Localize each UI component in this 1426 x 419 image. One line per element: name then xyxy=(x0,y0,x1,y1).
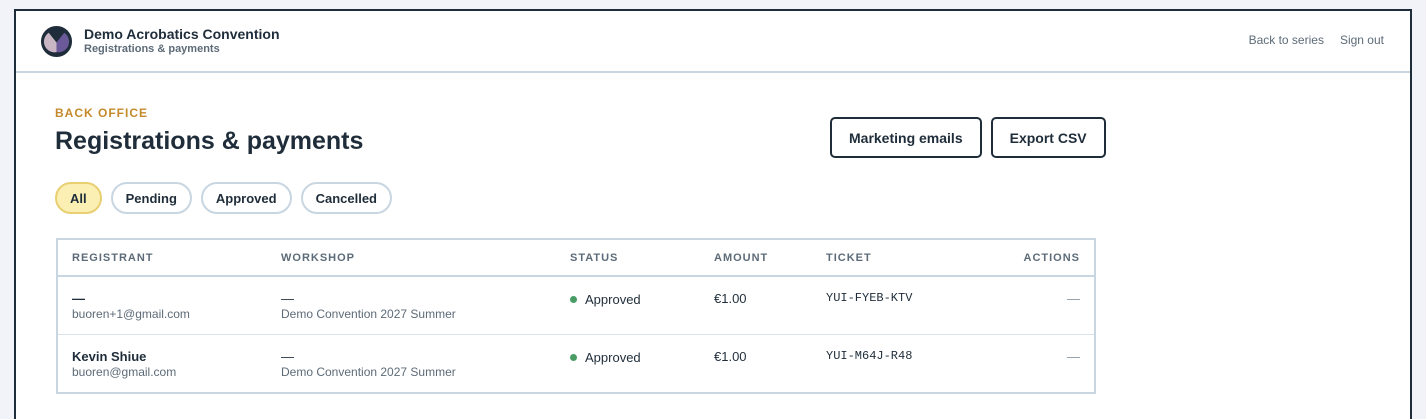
status-cell: Approved xyxy=(556,333,700,392)
registrations-table: REGISTRANT WORKSHOP STATUS AMOUNT TICKET… xyxy=(56,238,1096,394)
column-header-registrant[interactable]: REGISTRANT xyxy=(58,240,267,277)
filter-approved[interactable]: Approved xyxy=(200,182,292,214)
amount-cell: €1.00 xyxy=(700,333,812,392)
ticket-code: YUI-FYEB-KTV xyxy=(826,291,913,305)
status-label: Approved xyxy=(585,292,641,307)
workshop-cell: — Demo Convention 2027 Summer xyxy=(267,333,556,392)
status-label: Approved xyxy=(585,349,641,365)
workshop-event: Demo Convention 2027 Summer xyxy=(281,307,456,321)
amount-cell: €1.00 xyxy=(714,291,747,306)
column-header-actions: ACTIONS xyxy=(962,240,1094,277)
column-header-status[interactable]: STATUS xyxy=(556,240,700,277)
row-actions: — xyxy=(962,333,1094,392)
workshop-name: — xyxy=(281,348,294,364)
registrant-cell: Kevin Shiue buoren@gmail.com xyxy=(58,333,267,392)
column-header-ticket[interactable]: TICKET xyxy=(812,240,962,277)
status-filter-group: All Pending Approved Cancelled xyxy=(55,182,392,214)
brand[interactable]: Demo Acrobatics Convention Registrations… xyxy=(40,25,280,58)
section-eyebrow: BACK OFFICE xyxy=(55,106,148,120)
registrant-email: buoren@gmail.com xyxy=(72,364,177,379)
app-subtitle: Registrations & payments xyxy=(84,43,220,55)
column-header-amount[interactable]: AMOUNT xyxy=(700,240,812,277)
export-csv-button[interactable]: Export CSV xyxy=(990,117,1106,158)
workshop-cell: — Demo Convention 2027 Summer xyxy=(267,276,556,334)
app-title: Demo Acrobatics Convention xyxy=(84,26,280,42)
filter-pending[interactable]: Pending xyxy=(110,182,192,214)
back-to-series-link[interactable]: Back to series xyxy=(1249,33,1324,47)
table-row[interactable]: Kevin Shiue buoren@gmail.com — Demo Conv… xyxy=(58,333,1094,392)
table-row[interactable]: — buoren+1@gmail.com — Demo Convention 2… xyxy=(58,276,1094,334)
registrant-name: Kevin Shiue xyxy=(72,348,147,364)
column-header-workshop[interactable]: WORKSHOP xyxy=(267,240,556,277)
registrant-cell: — buoren+1@gmail.com xyxy=(58,276,267,334)
page-actions: Marketing emails Export CSV xyxy=(830,117,1106,158)
workshop-event: Demo Convention 2027 Summer xyxy=(281,364,456,379)
top-links: Back to series Sign out xyxy=(1249,33,1384,47)
filter-all[interactable]: All xyxy=(55,182,102,214)
sign-out-link[interactable]: Sign out xyxy=(1340,33,1384,47)
row-actions: — xyxy=(1067,291,1080,306)
page-title: Registrations & payments xyxy=(55,127,364,155)
convention-logo-icon xyxy=(40,25,73,57)
filter-cancelled[interactable]: Cancelled xyxy=(300,182,392,214)
marketing-emails-button[interactable]: Marketing emails xyxy=(830,117,982,158)
ticket-code: YUI-M64J-R48 xyxy=(812,333,962,392)
app-window: Demo Acrobatics Convention Registrations… xyxy=(14,9,1412,419)
table-header-row: REGISTRANT WORKSHOP STATUS AMOUNT TICKET… xyxy=(58,240,1094,277)
status-dot-icon xyxy=(570,353,577,361)
status-dot-icon xyxy=(570,296,577,303)
registrant-name: — xyxy=(72,291,85,306)
workshop-name: — xyxy=(281,291,294,306)
top-bar: Demo Acrobatics Convention Registrations… xyxy=(16,11,1410,73)
registrant-email: buoren+1@gmail.com xyxy=(72,307,190,321)
status-cell: Approved xyxy=(556,276,700,334)
